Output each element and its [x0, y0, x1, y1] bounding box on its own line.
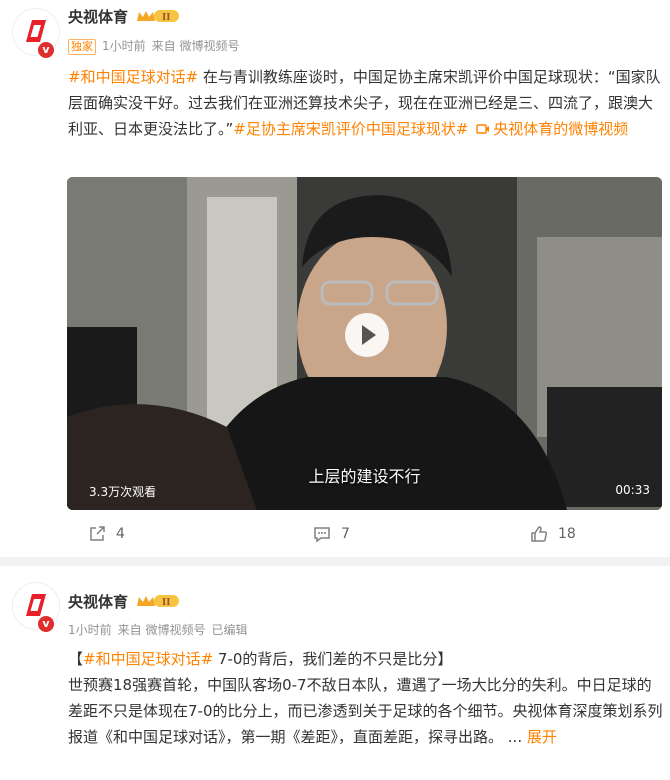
share-button[interactable]: 4 — [88, 521, 125, 547]
post-body: 世预赛18强赛首轮，中国队客场0-7不敌日本队，遭遇了一场大比分的失利。中日足球… — [68, 676, 663, 746]
post-meta: 独家 1小时前 来自 微博视频号 — [68, 37, 239, 55]
like-count: 18 — [558, 526, 576, 542]
play-button[interactable] — [345, 313, 389, 357]
verified-badge-icon: v — [36, 40, 56, 60]
post-source[interactable]: 来自 微博视频号 — [152, 39, 240, 53]
video-link-icon — [476, 124, 490, 134]
verified-badge-icon: v — [36, 614, 56, 634]
author-name[interactable]: 央视体育 — [68, 591, 128, 612]
hashtag-link[interactable]: #和中国足球对话# — [68, 68, 198, 86]
video-player[interactable]: 上层的建设不行 3.3万次观看 00:33 — [67, 177, 662, 510]
svg-text:II: II — [162, 13, 170, 23]
member-crown-icon: II — [137, 10, 179, 23]
svg-text:II: II — [162, 598, 170, 608]
post-time[interactable]: 1小时前 — [68, 623, 112, 637]
exclusive-tag: 独家 — [68, 39, 96, 55]
like-button[interactable]: 18 — [530, 521, 576, 547]
post-text: 【#和中国足球对话# 7-0的背后，我们差的不只是比分】 世预赛18强赛首轮，中… — [68, 646, 664, 750]
share-count: 4 — [116, 526, 125, 542]
edited-label: 已编辑 — [211, 623, 248, 637]
share-icon — [90, 526, 105, 541]
post-time[interactable]: 1小时前 — [102, 39, 146, 53]
video-subtitle: 上层的建设不行 — [308, 467, 421, 486]
post-text: #和中国足球对话# 在与青训教练座谈时，中国足协主席宋凯评价中国足球现状：“国家… — [68, 64, 664, 142]
expand-link[interactable]: 展开 — [527, 728, 557, 746]
video-duration: 00:33 — [615, 483, 650, 497]
post-title: 7-0的背后，我们差的不只是比分】 — [213, 650, 453, 668]
view-count: 3.3万次观看 — [89, 485, 157, 499]
comment-count: 7 — [341, 526, 350, 542]
hashtag-link[interactable]: #和中国足球对话# — [83, 650, 213, 668]
comment-button[interactable]: 7 — [313, 521, 350, 547]
video-source-link[interactable]: 央视体育的微博视频 — [493, 120, 628, 138]
hashtag-link[interactable]: #足协主席宋凯评价中国足球现状# — [233, 120, 468, 138]
thumbs-up-icon — [531, 526, 548, 542]
post-card: v 央视体育 II 独家 1小时前 来自 微博视频号 #和中国足球对话# 在与青训教… — [0, 0, 670, 557]
comment-icon — [314, 527, 330, 543]
member-crown-icon: II — [137, 595, 179, 608]
post-card: v 央视体育 II 1小时前 来自 微博视频号 已编辑 【#和中国足球对话# 7-0… — [0, 566, 670, 780]
ellipsis: ... — [503, 728, 523, 746]
title-bracket: 【 — [68, 650, 84, 668]
author-name[interactable]: 央视体育 — [68, 6, 128, 27]
post-meta: 1小时前 来自 微博视频号 已编辑 — [68, 621, 247, 638]
post-source[interactable]: 来自 微博视频号 — [118, 623, 206, 637]
